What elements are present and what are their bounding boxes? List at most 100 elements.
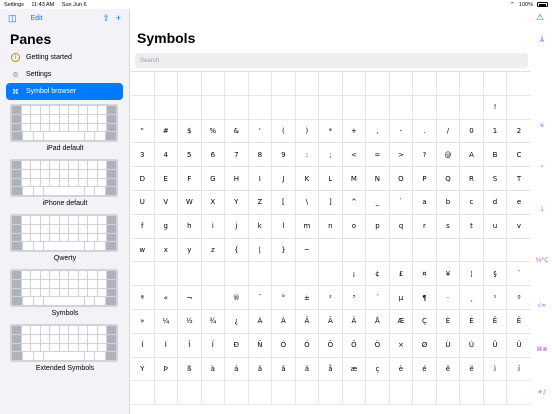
symbol-cell[interactable] xyxy=(225,262,249,286)
symbol-cell[interactable]: i xyxy=(202,214,226,238)
symbol-cell[interactable]: Ý xyxy=(131,357,155,381)
symbol-cell[interactable]: ² xyxy=(319,286,343,309)
symbol-cell[interactable] xyxy=(202,381,226,405)
symbol-cell[interactable]: " xyxy=(131,119,155,143)
symbol-cell[interactable] xyxy=(202,286,226,309)
symbol-cell[interactable] xyxy=(296,95,320,119)
symbol-cell[interactable] xyxy=(460,95,484,119)
symbol-cell[interactable]: » xyxy=(131,309,155,333)
symbol-cell[interactable]: ? xyxy=(413,143,437,167)
symbol-cell[interactable]: Ø xyxy=(413,333,437,357)
symbol-cell[interactable]: ª xyxy=(131,286,155,309)
symbol-cell[interactable] xyxy=(366,381,390,405)
symbol-cell[interactable]: Ò xyxy=(272,333,296,357)
symbol-cell[interactable]: Æ xyxy=(390,309,414,333)
symbol-cell[interactable]: ¹ xyxy=(484,286,508,309)
symbol-cell[interactable]: Ã xyxy=(319,309,343,333)
symbol-cell[interactable]: Õ xyxy=(343,333,367,357)
symbol-cell[interactable] xyxy=(484,381,508,405)
index-entry[interactable]: Ā xyxy=(532,37,552,44)
symbol-cell[interactable]: X xyxy=(202,190,226,214)
symbol-cell[interactable]: . xyxy=(413,119,437,143)
symbol-cell[interactable]: 6 xyxy=(202,143,226,167)
symbol-cell[interactable] xyxy=(202,95,226,119)
symbol-cell[interactable] xyxy=(437,381,461,405)
symbol-cell[interactable]: N xyxy=(366,167,390,190)
symbol-cell[interactable] xyxy=(507,381,531,404)
symbol-cell[interactable] xyxy=(225,381,249,405)
symbol-cell[interactable]: Ü xyxy=(507,334,531,357)
symbol-cell[interactable]: À xyxy=(249,309,273,333)
symbol-cell[interactable]: ® xyxy=(225,286,249,309)
symbol-cell[interactable]: £ xyxy=(390,262,414,286)
symbol-cell[interactable] xyxy=(390,238,414,262)
symbol-cell[interactable]: \ xyxy=(296,190,320,214)
symbol-cell[interactable] xyxy=(131,95,155,119)
symbol-cell[interactable]: ì xyxy=(484,357,508,381)
symbol-cell[interactable]: < xyxy=(343,143,367,167)
symbol-cell[interactable]: ! xyxy=(484,95,508,119)
symbol-cell[interactable] xyxy=(296,381,320,405)
symbol-cell[interactable]: v xyxy=(507,215,531,238)
symbol-cell[interactable]: / xyxy=(437,119,461,143)
symbol-cell[interactable]: ] xyxy=(319,190,343,214)
symbol-cell[interactable]: Á xyxy=(272,309,296,333)
symbol-cell[interactable] xyxy=(460,381,484,405)
symbol-cell[interactable] xyxy=(225,95,249,119)
symbol-cell[interactable]: ° xyxy=(272,286,296,309)
symbol-cell[interactable]: F xyxy=(178,167,202,190)
symbol-cell[interactable]: ) xyxy=(296,119,320,143)
symbol-cell[interactable] xyxy=(155,381,179,405)
symbol-cell[interactable]: { xyxy=(225,238,249,262)
add-icon[interactable]: + xyxy=(116,13,121,23)
symbol-cell[interactable]: s xyxy=(437,214,461,238)
section-index[interactable]: Āe ᵃ ↓ ⅓°C √∞ ⌘⊗ ✈♪ xyxy=(532,37,552,411)
symbol-cell[interactable] xyxy=(390,72,414,95)
keyboard-item[interactable]: Qwerty xyxy=(10,214,120,265)
symbol-cell[interactable] xyxy=(202,72,226,95)
symbol-cell[interactable]: S xyxy=(484,167,508,190)
symbol-cell[interactable]: É xyxy=(460,309,484,333)
symbol-cell[interactable]: Â xyxy=(296,309,320,333)
symbol-cell[interactable]: h xyxy=(178,214,202,238)
symbol-cell[interactable]: b xyxy=(437,190,461,214)
symbol-cell[interactable]: z xyxy=(202,238,226,262)
symbol-cell[interactable]: g xyxy=(155,214,179,238)
symbol-cell[interactable]: ¶ xyxy=(413,286,437,309)
sidebar-item-getting-started[interactable]: i Getting started xyxy=(6,49,123,66)
sidebar-item-settings[interactable]: ⚙ Settings xyxy=(6,66,123,83)
symbol-cell[interactable]: y xyxy=(178,238,202,262)
index-entry[interactable]: ⌘⊗ xyxy=(532,346,552,353)
symbol-cell[interactable]: f xyxy=(131,214,155,238)
index-entry[interactable]: ↓ xyxy=(532,206,552,213)
symbol-cell[interactable]: Q xyxy=(437,167,461,190)
symbol-cell[interactable]: ë xyxy=(460,357,484,381)
symbol-cell[interactable]: U xyxy=(131,190,155,214)
symbol-cell[interactable] xyxy=(343,95,367,119)
symbol-cell[interactable]: B xyxy=(484,143,508,167)
symbol-cell[interactable]: × xyxy=(390,333,414,357)
symbol-cell[interactable]: æ xyxy=(343,357,367,381)
symbol-cell[interactable]: ç xyxy=(366,357,390,381)
symbol-cell[interactable]: ¿ xyxy=(225,309,249,333)
symbol-cell[interactable]: º xyxy=(507,286,531,309)
symbol-cell[interactable]: ; xyxy=(319,143,343,167)
symbol-cell[interactable]: é xyxy=(413,357,437,381)
symbol-cell[interactable]: ¨ xyxy=(507,262,531,285)
symbol-cell[interactable]: 4 xyxy=(155,143,179,167)
symbol-cell[interactable]: k xyxy=(249,214,273,238)
symbol-cell[interactable]: R xyxy=(460,167,484,190)
symbol-cell[interactable]: µ xyxy=(390,286,414,309)
symbol-cell[interactable]: - xyxy=(390,119,414,143)
symbol-cell[interactable] xyxy=(178,95,202,119)
symbol-cell[interactable] xyxy=(225,72,249,95)
symbol-cell[interactable]: A xyxy=(460,143,484,167)
symbol-cell[interactable]: ¤ xyxy=(413,262,437,286)
symbol-cell[interactable]: # xyxy=(155,119,179,143)
symbol-cell[interactable]: V xyxy=(155,190,179,214)
symbol-cell[interactable]: a xyxy=(413,190,437,214)
symbol-cell[interactable]: % xyxy=(202,119,226,143)
symbol-cell[interactable] xyxy=(437,72,461,95)
index-entry[interactable]: ᵃ xyxy=(532,164,552,171)
symbol-cell[interactable] xyxy=(366,72,390,95)
